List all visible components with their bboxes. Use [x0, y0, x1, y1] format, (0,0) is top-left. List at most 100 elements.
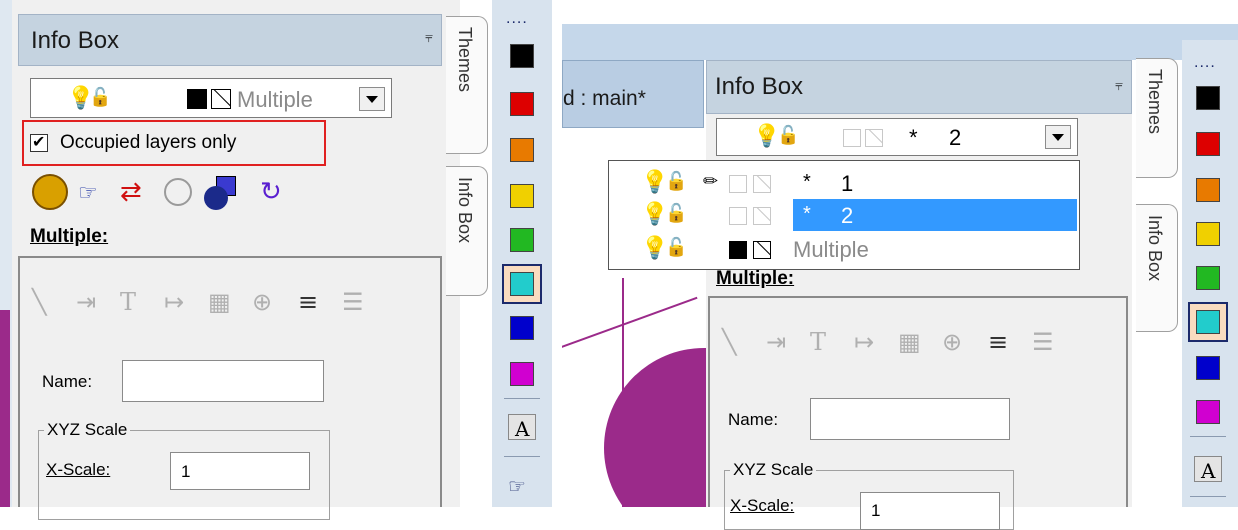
target-tool-icon[interactable]: ⊕: [252, 288, 272, 316]
dimension-tool-icon[interactable]: ↦: [854, 328, 874, 356]
shapes-icon[interactable]: [204, 176, 238, 210]
canvas-line-1: [562, 296, 698, 354]
tool-row: ☞ ⇄ ↻: [28, 172, 306, 214]
swatch-black[interactable]: [510, 44, 534, 68]
unlock-icon: 🔓: [665, 203, 688, 223]
right-title-strip: [562, 24, 1238, 60]
table-tool-icon[interactable]: ▦: [208, 288, 231, 316]
line-tool-icon[interactable]: ╲: [722, 328, 736, 356]
xscale-label: X-Scale:: [730, 496, 795, 515]
text-tool-button[interactable]: A: [1194, 456, 1222, 483]
swatch-yellow[interactable]: [1196, 222, 1220, 246]
text-tool-button[interactable]: A: [508, 414, 536, 441]
tab-info-box[interactable]: Info Box: [1136, 204, 1178, 332]
circle-icon[interactable]: [164, 178, 192, 206]
tab-info-box-label: Info Box: [1145, 215, 1165, 282]
unlock-icon: 🔓: [665, 237, 688, 257]
lines-tool-icon[interactable]: ☰: [1032, 328, 1054, 356]
dimension-tool-icon[interactable]: ↦: [164, 288, 184, 316]
swap-arrows-icon[interactable]: ⇄: [120, 176, 142, 207]
scale-tool-icon[interactable]: ≡: [988, 328, 1008, 356]
right-layer-combo-star: *: [909, 125, 918, 150]
table-tool-icon[interactable]: ▦: [898, 328, 921, 356]
swatch-red[interactable]: [1196, 132, 1220, 156]
property-tool-row: ╲ ⇥ T ↦ ▦ ⊕ ≡ ☰: [32, 288, 412, 328]
swatch-orange[interactable]: [510, 138, 534, 162]
arrow-tool-icon[interactable]: ⇥: [766, 328, 786, 356]
text-tool-icon[interactable]: T: [810, 328, 826, 356]
right-layer-combo-value: 2: [949, 125, 962, 150]
pin-icon[interactable]: ⫧: [1115, 77, 1123, 94]
palette-divider-2: [504, 456, 540, 457]
hatch-square-icon: [753, 241, 771, 259]
color-square-icon: [843, 129, 861, 147]
pointer-hand-icon[interactable]: ☞: [508, 474, 526, 499]
right-section-label: Multiple:: [716, 268, 795, 289]
xscale-input[interactable]: 1: [170, 452, 310, 490]
swatch-cyan-fill: [510, 272, 534, 296]
left-canvas-sliver: [0, 310, 10, 507]
swatch-magenta[interactable]: [510, 362, 534, 386]
swatch-blue[interactable]: [1196, 356, 1220, 380]
layer-option-label: Multiple: [793, 237, 869, 262]
lines-tool-icon[interactable]: ☰: [342, 288, 364, 316]
tab-info-box-label: Info Box: [455, 177, 475, 244]
text-tool-glyph: A: [1201, 459, 1216, 483]
tab-themes-label: Themes: [455, 27, 475, 93]
palette-grip[interactable]: ....: [1194, 54, 1216, 72]
swatch-red[interactable]: [510, 92, 534, 116]
layer-dropdown-list: 💡 🔓 ✏ * 1 💡 🔓 * 2 💡 🔓 Multiple: [608, 160, 1080, 270]
swatch-cyan-fill: [1196, 310, 1220, 334]
palette-divider-2: [1190, 496, 1226, 497]
checkmark-icon: ✔: [32, 134, 46, 151]
document-tab[interactable]: d : main*: [562, 60, 704, 128]
pointer-hand-icon[interactable]: ☞: [78, 180, 98, 206]
chevron-down-icon[interactable]: [359, 87, 385, 111]
palette-grip[interactable]: ....: [506, 10, 528, 28]
layer-option-1[interactable]: 💡 🔓 ✏ * 1: [609, 167, 1079, 199]
scale-tool-icon[interactable]: ≡: [298, 288, 318, 316]
refresh-icon[interactable]: ↻: [260, 176, 282, 207]
unlock-icon: 🔓: [665, 171, 688, 191]
name-input[interactable]: [122, 360, 324, 402]
tab-themes[interactable]: Themes: [446, 16, 488, 154]
arrow-tool-icon[interactable]: ⇥: [76, 288, 96, 316]
xyz-scale-legend: XYZ Scale: [44, 420, 131, 440]
text-tool-icon[interactable]: T: [120, 288, 136, 316]
layer-option-star: *: [803, 171, 811, 193]
swatch-yellow[interactable]: [510, 184, 534, 208]
layer-combo[interactable]: 💡 🔓 Multiple: [30, 78, 392, 118]
xyz-scale-legend: XYZ Scale: [730, 460, 817, 480]
swatch-cyan-selected[interactable]: [1188, 302, 1228, 342]
swatch-cyan-selected[interactable]: [502, 264, 542, 304]
right-layer-combo[interactable]: 💡 🔓 * 2: [716, 118, 1078, 156]
chevron-down-icon[interactable]: [1045, 125, 1071, 149]
pencil-icon: ✏: [703, 171, 719, 191]
name-input[interactable]: [810, 398, 1010, 440]
swatch-green[interactable]: [510, 228, 534, 252]
palette-divider: [1190, 436, 1226, 437]
canvas-sphere: [604, 348, 706, 507]
swatch-black[interactable]: [1196, 86, 1220, 110]
pin-icon[interactable]: ⫧: [425, 29, 433, 46]
swatch-green[interactable]: [1196, 266, 1220, 290]
occupied-layers-checkbox[interactable]: ✔: [30, 134, 48, 152]
layer-option-label: 2: [841, 203, 854, 228]
layer-option-2[interactable]: 💡 🔓 * 2: [609, 199, 1079, 231]
tab-info-box[interactable]: Info Box: [446, 166, 488, 296]
palette-divider: [504, 398, 540, 399]
hatch-square-icon: [753, 207, 771, 225]
xscale-input[interactable]: 1: [860, 492, 1000, 530]
swatch-orange[interactable]: [1196, 178, 1220, 202]
layer-option-label: 1: [841, 171, 854, 196]
right-properties-panel: ╲ ⇥ T ↦ ▦ ⊕ ≡ ☰ Name: XYZ Scale X-Scale:…: [708, 296, 1128, 530]
tab-themes[interactable]: Themes: [1136, 58, 1178, 178]
selection-highlight: [793, 199, 1077, 231]
swatch-blue[interactable]: [510, 316, 534, 340]
layer-option-multiple[interactable]: 💡 🔓 Multiple: [609, 233, 1079, 265]
document-tab-label: d : main*: [563, 87, 646, 110]
line-tool-icon[interactable]: ╲: [32, 288, 46, 316]
palette-icon[interactable]: [32, 174, 68, 210]
target-tool-icon[interactable]: ⊕: [942, 328, 962, 356]
swatch-magenta[interactable]: [1196, 400, 1220, 424]
